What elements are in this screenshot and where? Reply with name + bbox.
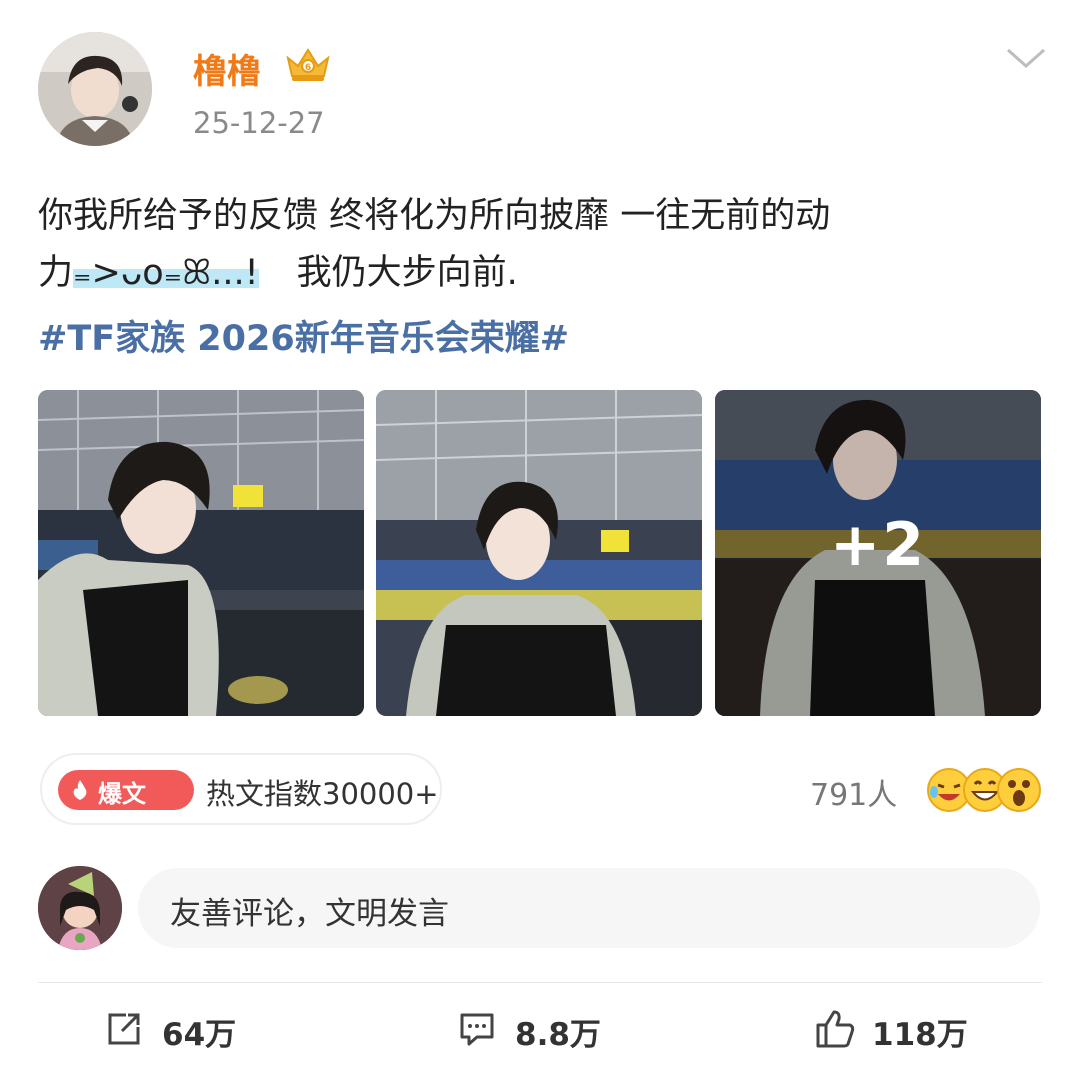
post-text-suffix: 我仍大步向前. [296,253,518,293]
divider [38,982,1042,983]
comment-count: 8.8万 [515,1017,601,1053]
comment-input[interactable]: 友善评论，文明发言 [138,868,1040,948]
post-text-line-1: 你我所给予的反馈 终将化为所向披靡 一往无前的动 [38,196,831,236]
post-image-3[interactable]: +2 [715,390,1041,716]
kaomoji-emote: ₌>ᴗo₌ꕤ...! [73,253,259,293]
more-images-count: +2 [829,510,927,580]
post-text-prefix: 力 [38,253,74,293]
flame-icon [73,780,87,800]
username[interactable]: 橹橹 [193,44,261,93]
share-count: 64万 [162,1017,237,1053]
hashtag-link[interactable]: #TF家族 2026新年音乐会荣耀# [38,310,569,361]
hot-label-pill: 爆文 [58,770,194,810]
post-text-line-2: 力₌>ᴗo₌ꕤ...! 我仍大步向前. [38,245,1048,302]
user-avatar[interactable] [38,32,152,146]
hot-article-badge[interactable]: 爆文 热文指数30000+ [40,753,442,825]
current-user-avatar[interactable] [38,866,122,950]
reaction-count[interactable]: 791人 [810,770,897,814]
vip-crown-icon: 6 [286,48,330,81]
like-count: 118万 [872,1017,968,1053]
chevron-down-icon[interactable] [1004,44,1048,72]
svg-text:6: 6 [305,63,311,73]
share-icon [108,1013,140,1045]
thumbs-up-icon [816,1010,855,1048]
post-image-2[interactable] [376,390,702,716]
hot-index-text: 热文指数30000+ [206,777,439,811]
comment-icon [460,1013,494,1046]
surprised-icon [997,768,1041,812]
post-text: 你我所给予的反馈 终将化为所向披靡 一往无前的动 力₌>ᴗo₌ꕤ...! 我仍大步… [38,188,1048,302]
hot-label-text: 爆文 [98,780,146,808]
post-date: 25-12-27 [193,106,325,140]
comment-placeholder: 友善评论，文明发言 [170,896,449,932]
post-image-1[interactable] [38,390,364,716]
